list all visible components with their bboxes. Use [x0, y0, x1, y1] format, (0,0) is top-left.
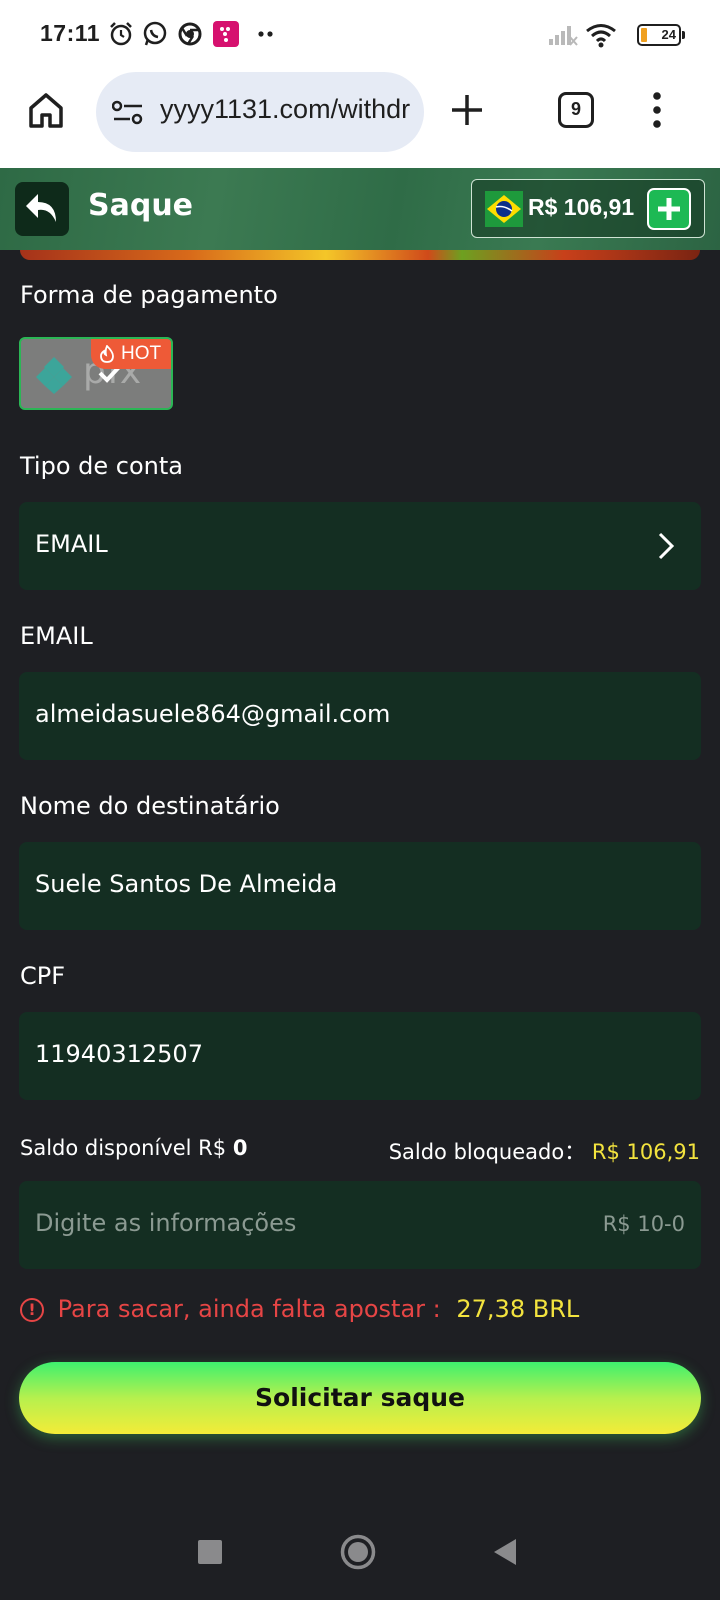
email-field[interactable]: almeidasuele864@gmail.com [19, 672, 701, 760]
browser-toolbar: yyyy1131.com/withdraw 9 [0, 68, 720, 168]
amount-range: R$ 10-0 [602, 1212, 685, 1236]
flame-icon [100, 345, 114, 363]
warning-icon: ! [20, 1298, 44, 1322]
system-nav-bar [0, 1508, 720, 1600]
battery-icon: 24 [637, 24, 685, 46]
recipient-name-value[interactable]: Suele Santos De Almeida [35, 870, 337, 898]
account-type-select[interactable]: EMAIL [19, 502, 701, 590]
available-balance-value: 0 [232, 1136, 248, 1160]
payment-method-label: Forma de pagamento [20, 281, 278, 309]
home-icon[interactable] [26, 90, 66, 130]
blocked-balance-value: R$ 106,91 [591, 1140, 700, 1164]
available-balance-label: Saldo disponível R$ [20, 1136, 227, 1160]
status-bar: 17:11 24 [0, 0, 720, 68]
new-tab-icon[interactable] [451, 94, 483, 126]
recipient-name-field[interactable]: Suele Santos De Almeida [19, 842, 701, 930]
pix-logo-icon [36, 357, 72, 394]
banner-strip [20, 250, 700, 260]
cpf-field[interactable]: 11940312507 [19, 1012, 701, 1100]
balance-amount: R$ 106,91 [528, 194, 635, 220]
status-time: 17:11 [40, 20, 101, 46]
hot-badge: HOT [91, 339, 171, 369]
alarm-icon [110, 22, 132, 46]
email-value[interactable]: almeidasuele864@gmail.com [35, 700, 390, 728]
email-label: EMAIL [20, 622, 93, 650]
menu-icon[interactable] [651, 91, 663, 129]
account-type-label: Tipo de conta [20, 452, 183, 480]
address-bar[interactable]: yyyy1131.com/withdraw [96, 72, 424, 152]
site-settings-icon[interactable] [112, 100, 144, 126]
wager-warning: ! Para sacar, ainda falta apostar : 27,3… [20, 1295, 579, 1323]
url-text[interactable]: yyyy1131.com/withdraw [160, 94, 410, 125]
cpf-label: CPF [20, 962, 66, 990]
chevron-right-icon [658, 532, 675, 560]
battery-level: 24 [661, 27, 676, 42]
account-type-value: EMAIL [35, 530, 108, 558]
request-withdraw-button[interactable]: Solicitar saque [19, 1362, 701, 1434]
hot-badge-text: HOT [121, 343, 162, 364]
back-arrow-icon [26, 194, 56, 222]
balance-widget: R$ 106,91 [471, 179, 705, 238]
home-nav-icon[interactable] [340, 1534, 376, 1570]
wifi-icon [586, 24, 616, 48]
blocked-balance-label: Saldo bloqueado： [388, 1140, 586, 1164]
cpf-value[interactable]: 11940312507 [35, 1040, 203, 1068]
back-button[interactable] [15, 182, 69, 236]
brazil-flag-icon [485, 191, 523, 227]
back-nav-icon[interactable] [493, 1538, 517, 1566]
deposit-button[interactable] [647, 188, 691, 230]
plus-icon [658, 198, 680, 220]
blocked-balance: Saldo bloqueado： R$ 106,91 [389, 1136, 700, 1166]
signal-icon [549, 26, 578, 46]
page-title: Saque [88, 188, 194, 223]
tabs-icon[interactable]: 9 [558, 92, 594, 128]
withdraw-amount-input[interactable]: Digite as informações R$ 10-0 [19, 1181, 701, 1269]
warning-text: Para sacar, ainda falta apostar : [57, 1295, 441, 1323]
whatsapp-icon [143, 21, 167, 46]
app-notification-icon [213, 21, 239, 47]
app-header: Saque R$ 106,91 [0, 168, 720, 250]
more-notifications-icon [258, 31, 273, 37]
pix-payment-option[interactable]: pix HOT [19, 337, 173, 410]
available-balance: Saldo disponível R$ 0 [20, 1136, 247, 1160]
recents-icon[interactable] [197, 1539, 223, 1565]
recipient-name-label: Nome do destinatário [20, 792, 280, 820]
amount-placeholder[interactable]: Digite as informações [35, 1209, 296, 1237]
chrome-icon [178, 22, 202, 46]
warning-amount: 27,38 BRL [456, 1295, 580, 1323]
